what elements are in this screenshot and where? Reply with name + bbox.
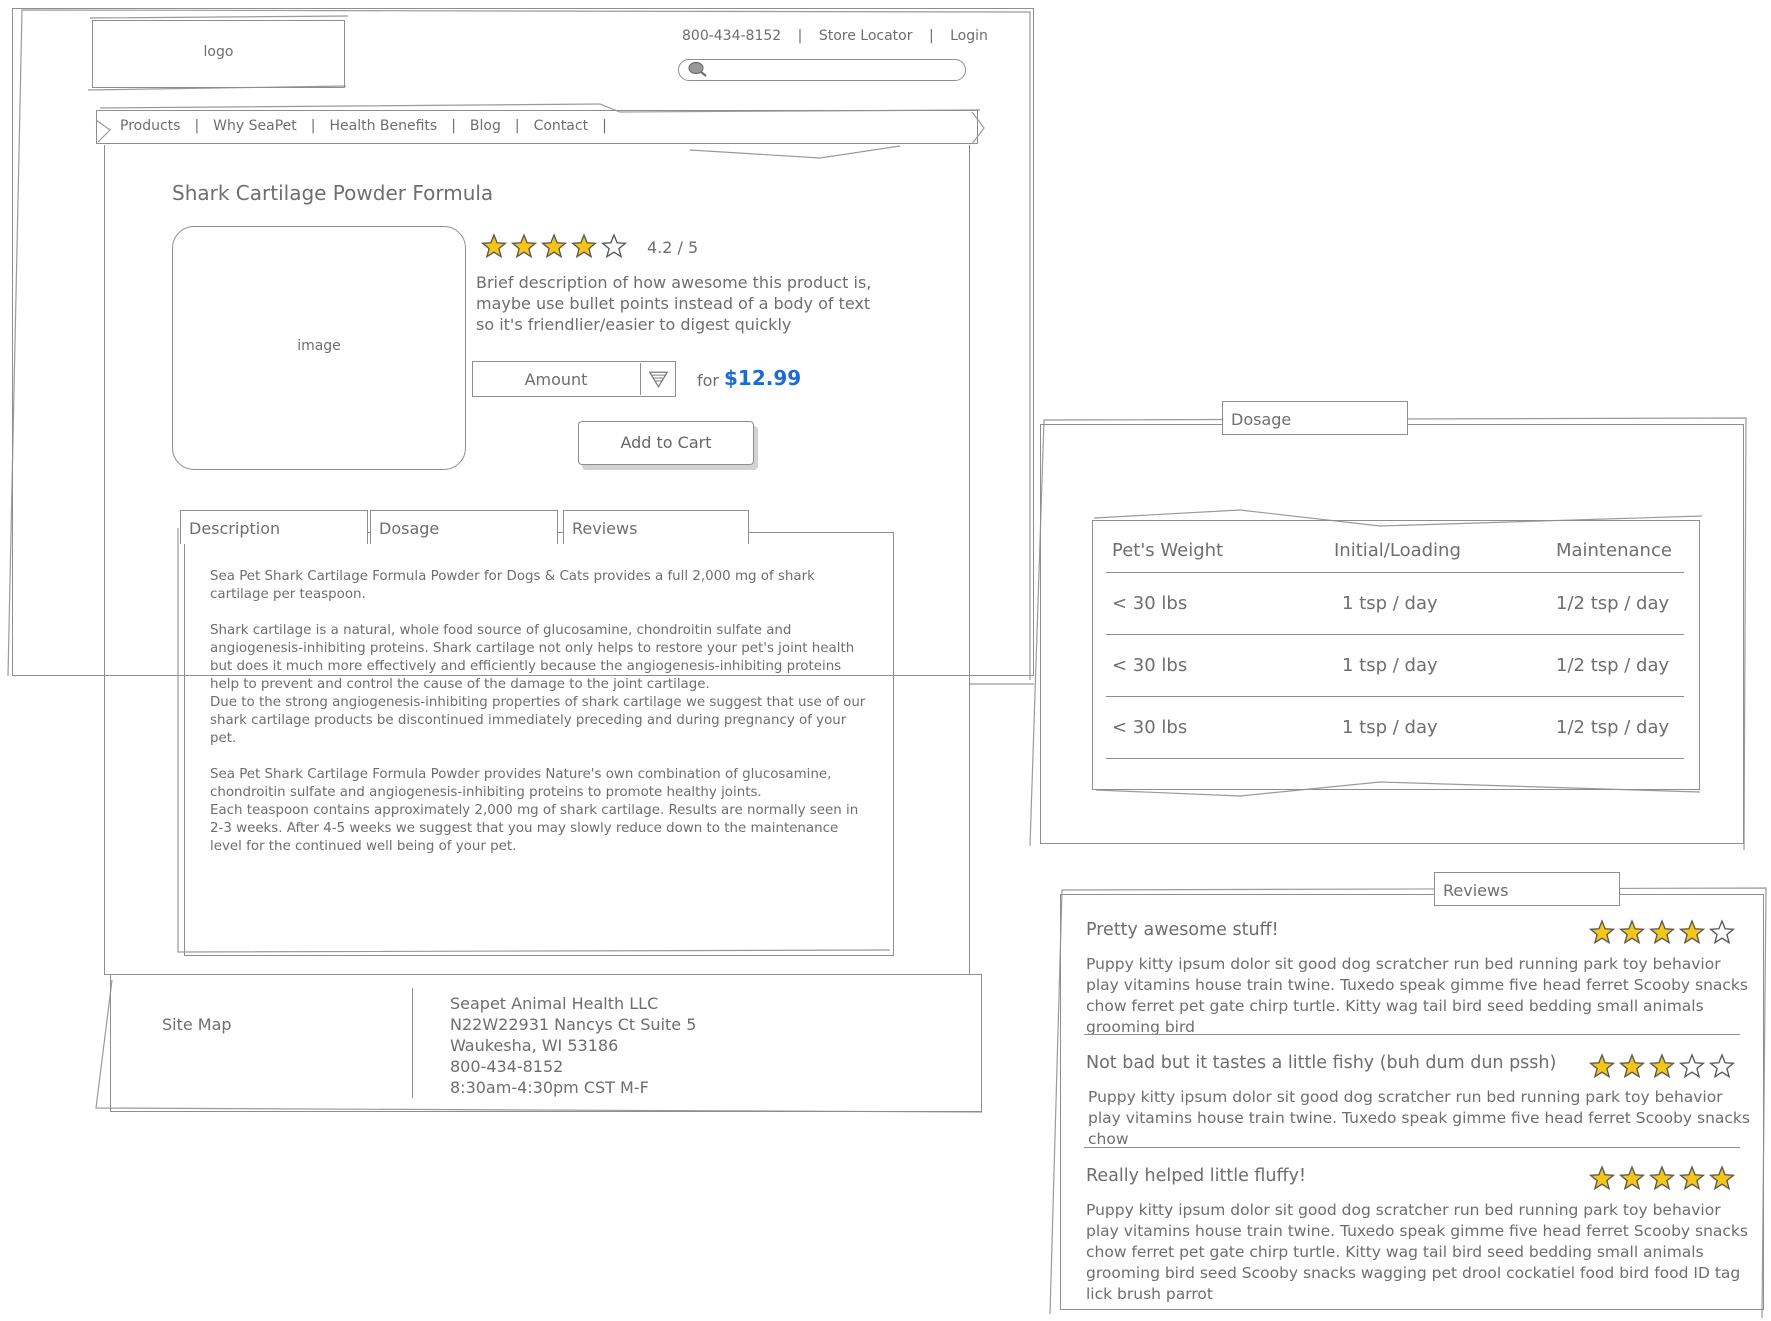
product-description: Brief description of how awesome this pr… bbox=[476, 273, 872, 334]
reviews-panel-tab[interactable]: Reviews bbox=[1434, 872, 1620, 906]
star-filled-icon bbox=[1588, 1053, 1616, 1079]
table-cell: 1 tsp / day bbox=[1342, 593, 1438, 614]
table-cell: 1 tsp / day bbox=[1342, 717, 1438, 738]
price-prefix: for bbox=[697, 371, 719, 390]
table-cell: 1 tsp / day bbox=[1342, 655, 1438, 676]
utility-links: 800-434-8152 | Store Locator | Login bbox=[682, 28, 988, 44]
footer-address: Seapet Animal Health LLC N22W22931 Nancy… bbox=[450, 993, 696, 1098]
utility-separator: | bbox=[928, 28, 934, 44]
star-empty-icon bbox=[1678, 1053, 1706, 1079]
nav-separator: | bbox=[310, 118, 316, 134]
table-rule bbox=[1106, 758, 1684, 759]
dosage-panel-tab[interactable]: Dosage bbox=[1222, 401, 1408, 435]
table-header-maintenance: Maintenance bbox=[1556, 540, 1672, 561]
price: $12.99 bbox=[724, 366, 802, 390]
search-icon[interactable] bbox=[686, 60, 708, 78]
nav-items: Products | Why SeaPet | Health Benefits | Blog… bbox=[120, 118, 621, 134]
nav-item-health-benefits[interactable]: Health Benefits bbox=[329, 118, 437, 134]
product-title: Shark Cartilage Powder Formula bbox=[172, 181, 494, 205]
nav-item-products[interactable]: Products bbox=[120, 118, 180, 134]
product-rating-stars bbox=[480, 232, 630, 262]
nav-separator: | bbox=[451, 118, 456, 134]
table-rule bbox=[1106, 572, 1684, 573]
star-filled-icon bbox=[1648, 919, 1676, 945]
table-cell: < 30 lbs bbox=[1112, 655, 1188, 676]
logo-label: logo bbox=[203, 44, 234, 60]
star-filled-icon bbox=[570, 233, 598, 259]
nav-separator: | bbox=[602, 118, 607, 134]
utility-separator: | bbox=[797, 28, 803, 44]
table-cell: 1/2 tsp / day bbox=[1556, 593, 1670, 614]
review-stars bbox=[1588, 1164, 1738, 1192]
star-filled-icon bbox=[1648, 1165, 1676, 1191]
star-filled-icon bbox=[540, 233, 568, 259]
nav-item-why-seapet[interactable]: Why SeaPet bbox=[213, 118, 297, 134]
phone-number: 800-434-8152 bbox=[682, 28, 782, 44]
address-city: Waukesha, WI 53186 bbox=[450, 1036, 619, 1055]
review-stars bbox=[1588, 918, 1738, 946]
nav-item-contact[interactable]: Contact bbox=[534, 118, 588, 134]
review-divider bbox=[1084, 1034, 1740, 1035]
review-title: Pretty awesome stuff! bbox=[1086, 920, 1279, 940]
star-empty-icon bbox=[600, 233, 628, 259]
table-rule bbox=[1106, 634, 1684, 635]
star-filled-icon bbox=[1648, 1053, 1676, 1079]
tab-description[interactable]: Description bbox=[180, 510, 368, 544]
description-paragraph: Sea Pet Shark Cartilage Formula Powder f… bbox=[210, 569, 815, 602]
star-filled-icon bbox=[1588, 1165, 1616, 1191]
star-filled-icon bbox=[1618, 919, 1646, 945]
company-name: Seapet Animal Health LLC bbox=[450, 994, 659, 1013]
table-header-weight: Pet's Weight bbox=[1112, 540, 1224, 561]
amount-select-value: Amount bbox=[524, 370, 588, 389]
description-text: Sea Pet Shark Cartilage Formula Powder f… bbox=[210, 568, 866, 874]
rating-text: 4.2 / 5 bbox=[647, 238, 699, 257]
tab-reviews[interactable]: Reviews bbox=[563, 510, 749, 544]
star-empty-icon bbox=[1708, 919, 1736, 945]
chevron-down-icon[interactable] bbox=[640, 363, 676, 395]
review-title: Really helped little fluffy! bbox=[1086, 1166, 1306, 1186]
review-title: Not bad but it tastes a little fishy (bu… bbox=[1086, 1053, 1557, 1073]
description-paragraph: Shark cartilage is a natural, whole food… bbox=[210, 623, 866, 746]
nav-separator: | bbox=[514, 118, 520, 134]
star-empty-icon bbox=[1708, 1053, 1736, 1079]
table-rule bbox=[1106, 696, 1684, 697]
table-cell: < 30 lbs bbox=[1112, 717, 1188, 738]
star-filled-icon bbox=[1708, 1165, 1736, 1191]
search-input[interactable] bbox=[678, 59, 966, 81]
product-image-label: image bbox=[297, 338, 341, 354]
review-body: Puppy kitty ipsum dolor sit good dog scr… bbox=[1088, 1088, 1750, 1148]
business-hours: 8:30am-4:30pm CST M-F bbox=[450, 1078, 649, 1097]
description-paragraph: Sea Pet Shark Cartilage Formula Powder p… bbox=[210, 767, 859, 854]
star-filled-icon bbox=[1618, 1165, 1646, 1191]
footer-divider bbox=[412, 988, 413, 1098]
star-filled-icon bbox=[1588, 919, 1616, 945]
address-street: N22W22931 Nancys Ct Suite 5 bbox=[450, 1015, 697, 1034]
table-cell: 1/2 tsp / day bbox=[1556, 655, 1670, 676]
store-locator-link[interactable]: Store Locator bbox=[819, 28, 913, 44]
site-map-link[interactable]: Site Map bbox=[162, 1015, 232, 1034]
review-divider bbox=[1084, 1147, 1740, 1148]
nav-separator: | bbox=[194, 118, 200, 134]
star-filled-icon bbox=[510, 233, 538, 259]
footer-phone: 800-434-8152 bbox=[450, 1057, 564, 1076]
star-filled-icon bbox=[1678, 1165, 1706, 1191]
review-body: Puppy kitty ipsum dolor sit good dog scr… bbox=[1086, 1201, 1748, 1303]
star-filled-icon bbox=[1678, 919, 1706, 945]
table-header-initial: Initial/Loading bbox=[1334, 540, 1461, 561]
star-filled-icon bbox=[1618, 1053, 1646, 1079]
table-cell: < 30 lbs bbox=[1112, 593, 1188, 614]
tab-dosage[interactable]: Dosage bbox=[370, 510, 558, 544]
login-link[interactable]: Login bbox=[950, 28, 988, 44]
star-filled-icon bbox=[480, 233, 508, 259]
add-to-cart-button[interactable]: Add to Cart bbox=[578, 421, 754, 465]
review-stars bbox=[1588, 1052, 1738, 1080]
review-body: Puppy kitty ipsum dolor sit good dog scr… bbox=[1086, 955, 1748, 1036]
nav-item-blog[interactable]: Blog bbox=[470, 118, 501, 134]
table-cell: 1/2 tsp / day bbox=[1556, 717, 1670, 738]
